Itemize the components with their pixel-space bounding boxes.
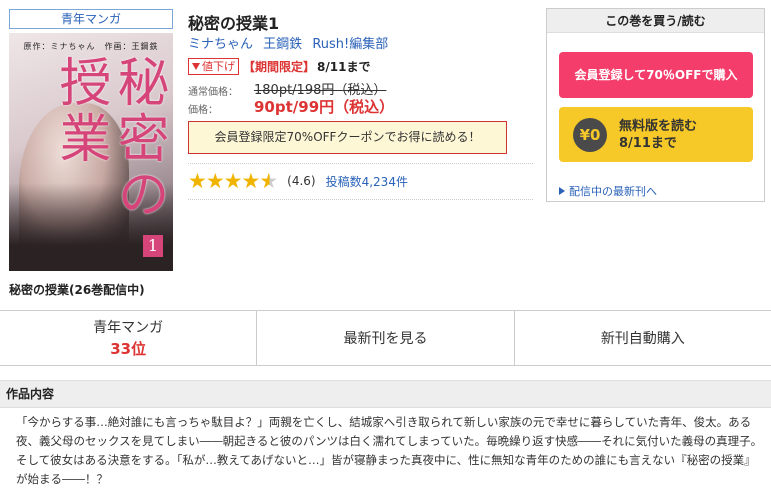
author-link[interactable]: Rush!編集部 — [312, 37, 388, 52]
author-list: ミナちゃん 王鋼鉄 Rush!編集部 — [188, 33, 394, 52]
latest-volume-label: 配信中の最新刊へ — [569, 185, 657, 198]
cover-volume: 1 — [143, 235, 163, 257]
divider — [188, 163, 533, 164]
star-icon: ★ — [241, 169, 261, 193]
price-down-label: 値下げ — [202, 60, 235, 73]
half-star-icon: ★ — [259, 169, 279, 193]
divider — [188, 199, 533, 200]
series-name[interactable]: 秘密の授業(26巻配信中) — [9, 281, 145, 298]
yen-zero-icon: ¥0 — [573, 117, 607, 152]
rating-row: ★ ★ ★ ★ ★ (4.6) 投稿数4,234件 — [188, 170, 408, 192]
price-label: 価格： — [188, 105, 218, 116]
ranking-rank: 33位 — [110, 340, 147, 358]
cover-image[interactable]: 原作：ミナちゃん 作画：王鋼鉄 秘密の授業 1 — [9, 33, 173, 271]
ranking-button[interactable]: 青年マンガ 33位 — [0, 311, 258, 365]
latest-volume-button[interactable]: 最新刊を見る — [257, 311, 515, 365]
read-free-line1: 無料版を読む — [619, 118, 698, 134]
author-link[interactable]: 王鋼鉄 — [263, 37, 302, 52]
down-arrow-icon — [192, 62, 200, 70]
review-count-link[interactable]: 投稿数4,234件 — [326, 173, 408, 190]
description-body: 「今からする事…絶対誰にも言っちゃ駄目よ？」両親を亡くし、結城家へ引き取られて新… — [16, 415, 763, 486]
member-purchase-button[interactable]: 会員登録して70％OFFで購入 — [559, 52, 753, 98]
buy-box: この巻を買う/読む 会員登録して70％OFFで購入 ¥0 無料版を読む 8/11… — [546, 8, 765, 202]
read-free-line2: 8/11まで — [619, 135, 677, 151]
cover-credit: 原作：ミナちゃん 作画：王鋼鉄 — [23, 42, 159, 51]
buy-box-header: この巻を買う/読む — [547, 9, 764, 33]
description-heading: 作品内容 — [0, 380, 771, 408]
limited-until: 8/11まで — [317, 59, 371, 74]
auto-purchase-label: 新刊自動購入 — [600, 331, 685, 347]
author-link[interactable]: ミナちゃん — [188, 37, 253, 52]
action-bar: 青年マンガ 33位 最新刊を見る 新刊自動購入 — [0, 310, 771, 366]
limited-label: 【期間限定】 — [243, 59, 316, 74]
read-free-label: 無料版を読む 8/11まで — [619, 118, 697, 152]
sale-price: 90pt/99円（税込） — [254, 98, 395, 116]
coupon-banner[interactable]: 会員登録限定70%OFFクーポンでお得に読める！ — [188, 121, 507, 154]
read-free-button[interactable]: ¥0 無料版を読む 8/11まで — [559, 107, 753, 162]
genre-tag[interactable]: 青年マンガ — [9, 9, 173, 29]
triangle-right-icon — [559, 187, 565, 195]
star-icon: ★ — [188, 169, 207, 193]
latest-volume-button-label: 最新刊を見る — [343, 331, 428, 347]
latest-volume-link[interactable]: 配信中の最新刊へ — [559, 183, 657, 199]
product-title: 秘密の授業1 — [188, 14, 280, 33]
price-down-badge: 値下げ — [188, 57, 239, 75]
auto-purchase-button[interactable]: 新刊自動購入 — [514, 311, 771, 365]
ranking-genre: 青年マンガ — [93, 320, 164, 336]
rating-score: (4.6) — [287, 174, 316, 188]
sale-row: 値下げ 【期間限定】 8/11まで — [188, 57, 370, 75]
star-icon: ★ — [223, 169, 243, 193]
regular-price-label: 通常価格： — [188, 87, 238, 98]
star-icon: ★ — [205, 169, 225, 193]
